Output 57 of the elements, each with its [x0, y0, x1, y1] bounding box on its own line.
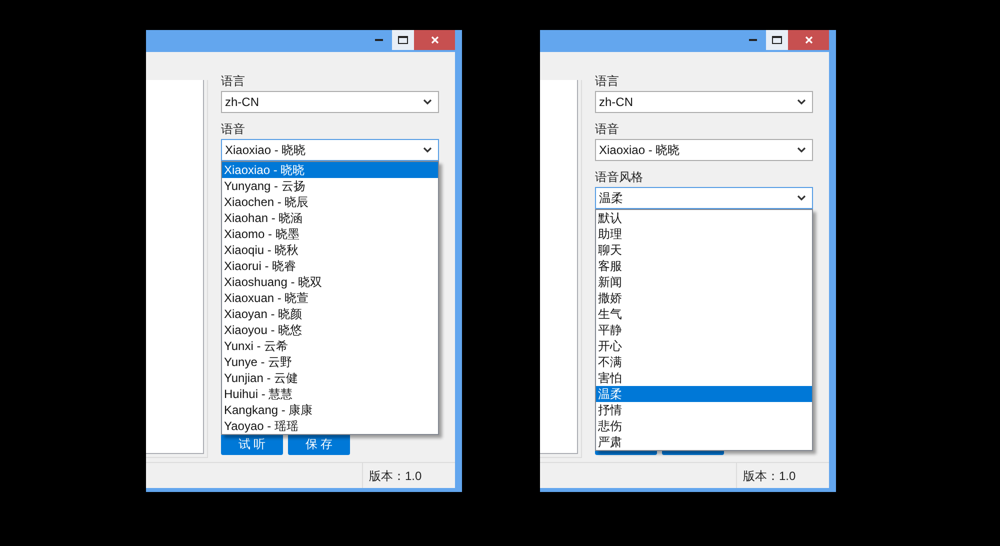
dropdown-option[interactable]: 默认: [596, 210, 812, 226]
dropdown-option[interactable]: 撒娇: [596, 290, 812, 306]
maximize-button[interactable]: [766, 30, 788, 50]
dropdown-option[interactable]: Xiaoxiao - 晓晓: [222, 162, 438, 178]
maximize-button[interactable]: [392, 30, 414, 50]
field-label: 语音: [221, 121, 245, 137]
field-label: 语言: [595, 73, 619, 89]
dropdown-option[interactable]: Xiaoyou - 晓悠: [222, 322, 438, 338]
dropdown-option[interactable]: 助理: [596, 226, 812, 242]
dropdown-option[interactable]: 生气: [596, 306, 812, 322]
chevron-down-icon: [423, 99, 432, 105]
dropdown-option[interactable]: Huihui - 慧慧: [222, 386, 438, 402]
dropdown-option[interactable]: 害怕: [596, 370, 812, 386]
dropdown-option[interactable]: 抒情: [596, 402, 812, 418]
dropdown-option[interactable]: 聊天: [596, 242, 812, 258]
dropdown-option[interactable]: 客服: [596, 258, 812, 274]
dropdown-option[interactable]: Xiaoqiu - 晓秋: [222, 242, 438, 258]
dropdown-option[interactable]: Xiaorui - 晓睿: [222, 258, 438, 274]
dropdown-option[interactable]: Xiaoshuang - 晓双: [222, 274, 438, 290]
dropdown-option[interactable]: Yunye - 云野: [222, 354, 438, 370]
chevron-down-icon: [423, 147, 432, 153]
dropdown-option[interactable]: Yunjian - 云健: [222, 370, 438, 386]
close-icon: [430, 36, 438, 44]
field-label: 语言: [221, 73, 245, 89]
action-button[interactable]: 试 听: [221, 433, 283, 455]
dropdown[interactable]: zh-CN: [595, 91, 813, 113]
dropdown[interactable]: Xiaoxiao - 晓晓: [595, 139, 813, 161]
dropdown-option[interactable]: Xiaoyan - 晓颜: [222, 306, 438, 322]
close-button[interactable]: [414, 30, 455, 50]
dropdown-option[interactable]: 开心: [596, 338, 812, 354]
dropdown-option[interactable]: Xiaochen - 晓辰: [222, 194, 438, 210]
dropdown-option[interactable]: 严肃: [596, 434, 812, 450]
dropdown-option[interactable]: Xiaohan - 晓涵: [222, 210, 438, 226]
dropdown-option[interactable]: Xiaoxuan - 晓萱: [222, 290, 438, 306]
chevron-down-icon: [797, 99, 806, 105]
chevron-down-icon: [797, 147, 806, 153]
dropdown[interactable]: Xiaoxiao - 晓晓: [221, 139, 439, 161]
dropdown-option[interactable]: Yunyang - 云扬: [222, 178, 438, 194]
version-text: 版本：1.0: [743, 468, 796, 484]
dropdown-option[interactable]: Yaoyao - 瑶瑶: [222, 418, 438, 434]
close-button[interactable]: [788, 30, 829, 50]
dropdown-option[interactable]: 温柔: [596, 386, 812, 402]
dropdown-option[interactable]: 悲伤: [596, 418, 812, 434]
dropdown-option[interactable]: 平静: [596, 322, 812, 338]
dropdown-option[interactable]: Kangkang - 康康: [222, 402, 438, 418]
close-icon: [804, 36, 812, 44]
chevron-down-icon: [797, 195, 806, 201]
dropdown-option[interactable]: Yunxi - 云希: [222, 338, 438, 354]
dropdown[interactable]: zh-CN: [221, 91, 439, 113]
dropdown-option[interactable]: 新闻: [596, 274, 812, 290]
dropdown[interactable]: 温柔: [595, 187, 813, 209]
action-button[interactable]: 保 存: [288, 433, 350, 455]
field-label: 语音风格: [595, 169, 643, 185]
dropdown-option[interactable]: Xiaomo - 晓墨: [222, 226, 438, 242]
version-text: 版本：1.0: [369, 468, 422, 484]
field-label: 语音: [595, 121, 619, 137]
dropdown-option[interactable]: 不满: [596, 354, 812, 370]
